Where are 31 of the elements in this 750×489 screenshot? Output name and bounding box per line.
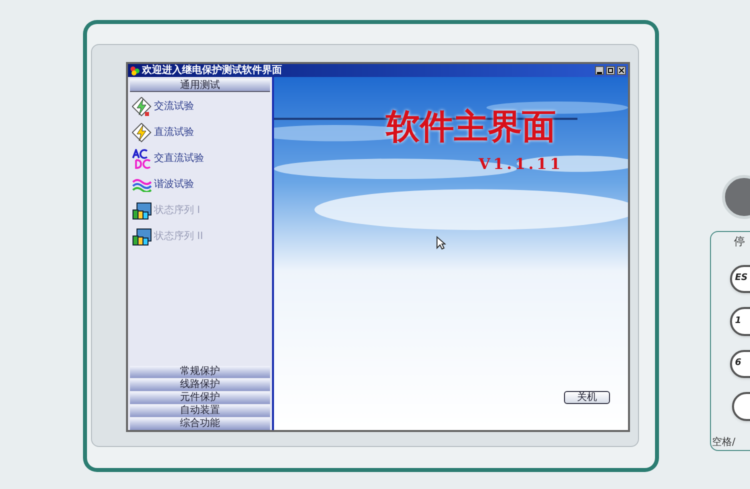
windows-stack-icon (132, 228, 152, 246)
keypad-key[interactable]: 1 (730, 307, 750, 336)
close-icon (619, 68, 624, 73)
shutdown-button[interactable]: 关机 (564, 391, 610, 404)
category-button[interactable]: 常规保护 (130, 366, 270, 378)
minimize-icon (597, 72, 602, 74)
keypad-key[interactable]: ES (730, 264, 750, 294)
maximize-icon (608, 68, 613, 73)
test-menu-item[interactable]: 直流试验 (154, 125, 194, 140)
maximize-button[interactable] (606, 66, 615, 75)
keypad-label: 停 (733, 234, 745, 250)
mouse-cursor-icon (436, 236, 446, 250)
ac-dc-icon (132, 148, 152, 168)
wave-icon (132, 178, 152, 192)
test-menu-item[interactable]: 交直流试验 (154, 151, 204, 166)
minimize-button[interactable] (595, 66, 604, 75)
test-menu-item[interactable]: 谐波试验 (154, 177, 194, 192)
main-title: 软件主界面 (386, 107, 556, 147)
category-button[interactable]: 元件保护 (130, 392, 270, 404)
category-button[interactable]: 自动装置 (130, 405, 270, 417)
sidebar-header[interactable]: 通用测试 (130, 79, 270, 92)
category-button[interactable]: 线路保护 (130, 379, 270, 391)
windows-stack-icon (132, 202, 152, 220)
keypad-key[interactable]: 6 (730, 350, 750, 378)
category-button[interactable]: 综合功能 (130, 418, 270, 430)
app-icon (130, 66, 140, 76)
test-menu-item[interactable]: 交流试验 (154, 99, 194, 114)
window-title: 欢迎进入继电保护测试软件界面 (142, 64, 282, 76)
close-button[interactable] (617, 66, 626, 75)
keypad-label: 空格/ (711, 436, 736, 450)
version-text: V1.1.11 (478, 154, 564, 175)
